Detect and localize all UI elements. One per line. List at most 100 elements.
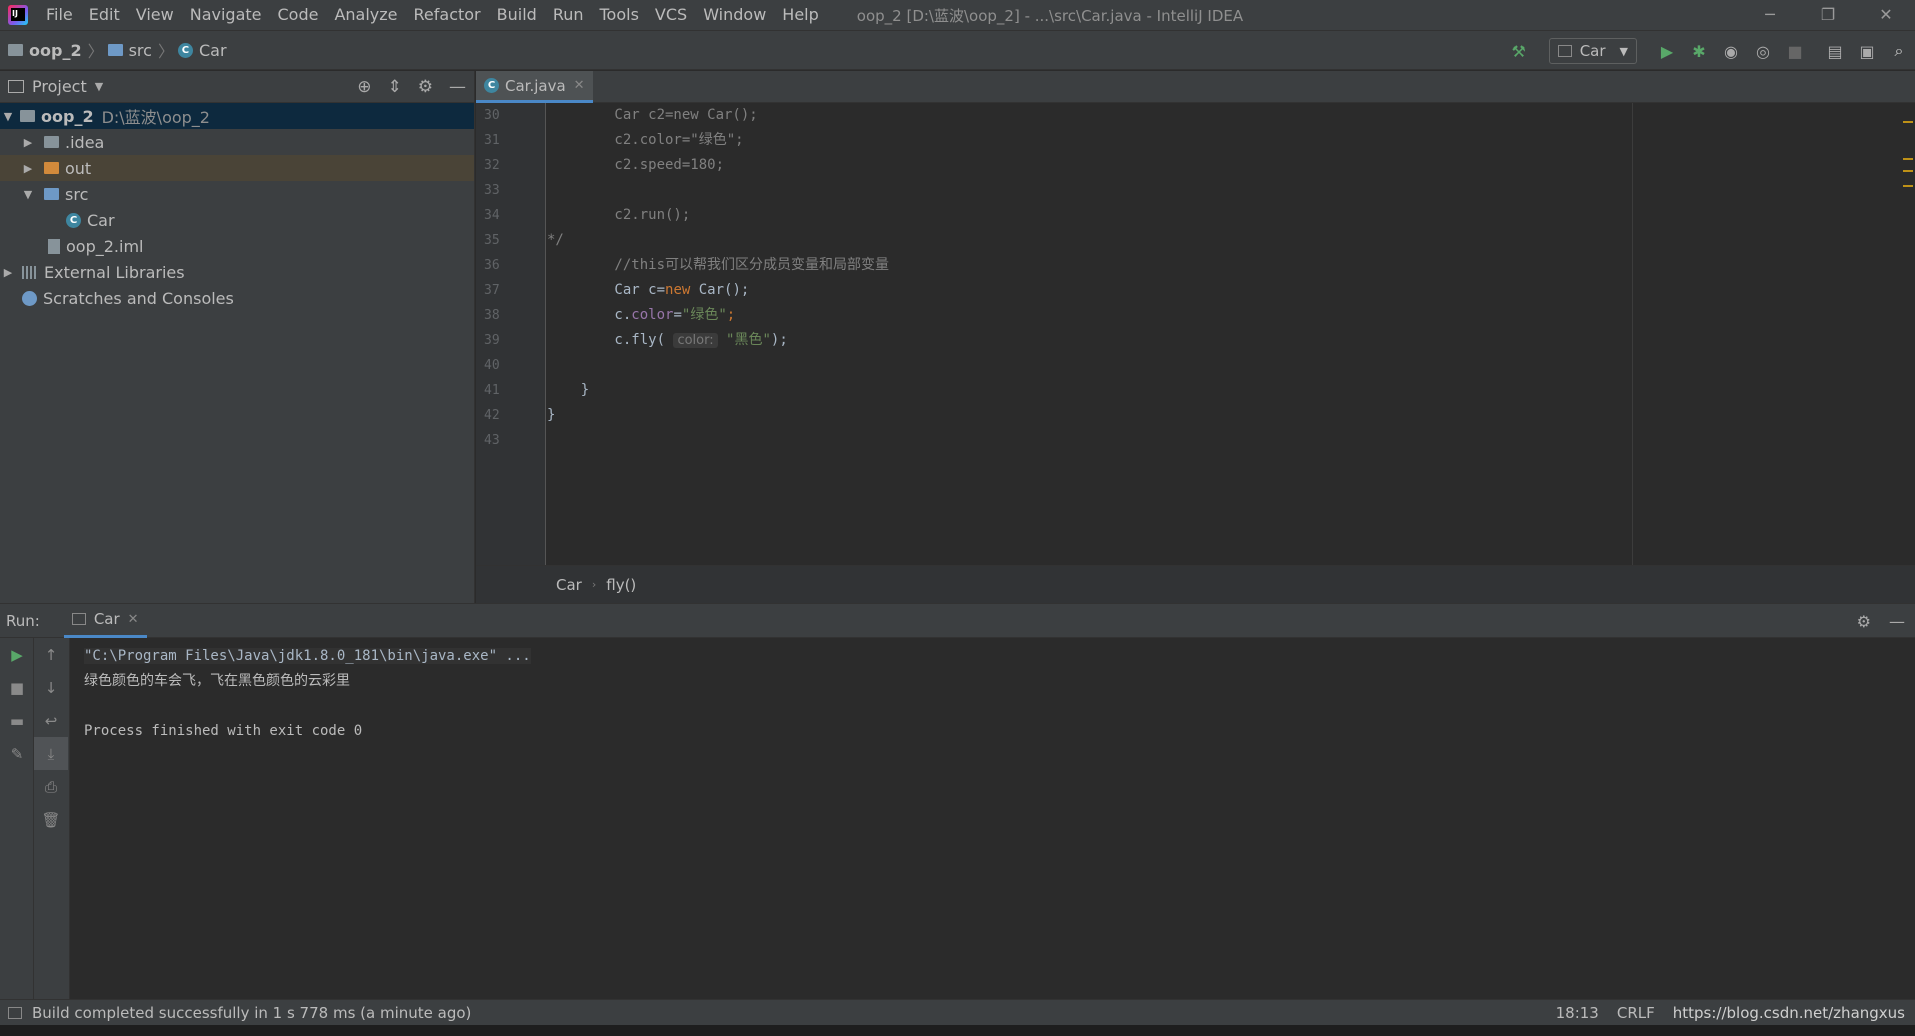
code-text: );: [770, 332, 788, 348]
run-configuration-select[interactable]: Car ▼: [1548, 38, 1637, 64]
chevron-down-icon[interactable]: ▼: [95, 80, 103, 93]
soft-wrap-icon[interactable]: ↩: [34, 704, 68, 737]
chevron-right-icon: ›: [591, 578, 597, 591]
project-panel-title[interactable]: Project: [32, 77, 87, 96]
code-text: ;: [726, 307, 736, 323]
warning-marker[interactable]: [1903, 170, 1913, 172]
window-title: oop_2 [D:\蓝波\oop_2] - ...\src\Car.java -…: [856, 6, 1244, 25]
title-bar: File Edit View Navigate Code Analyze Ref…: [0, 0, 1915, 30]
code-area[interactable]: Car c2=new Car(); c2.color="绿色"; c2.spee…: [547, 103, 1707, 565]
close-window-button[interactable]: ✕: [1857, 0, 1915, 30]
expand-arrow-icon[interactable]: ▼: [0, 110, 16, 123]
restore-layout-icon[interactable]: ▬: [0, 704, 34, 737]
menu-tools[interactable]: Tools: [592, 0, 647, 30]
stop-icon[interactable]: ■: [1779, 35, 1811, 67]
run-panel-tools: ⚙ —: [1857, 604, 1905, 638]
tree-item-external-libraries[interactable]: ▶ External Libraries: [0, 259, 474, 285]
console-output[interactable]: "C:\Program Files\Java\jdk1.8.0_181\bin\…: [84, 638, 1904, 1000]
stop-icon[interactable]: ■: [0, 671, 34, 704]
menu-code[interactable]: Code: [270, 0, 327, 30]
breadcrumb-method[interactable]: fly(): [606, 576, 636, 594]
tree-item-label: src: [65, 184, 89, 204]
layout-icon[interactable]: ▣: [1851, 35, 1883, 67]
console-command[interactable]: "C:\Program Files\Java\jdk1.8.0_181\bin\…: [84, 648, 531, 664]
project-panel-header: Project ▼ ⊕ ⇕ ⚙ —: [0, 71, 474, 103]
arrow-up-icon[interactable]: ↑: [34, 638, 68, 671]
tree-item-oop-2-iml[interactable]: oop_2.iml: [0, 233, 474, 259]
collapsed-arrow-icon[interactable]: ▶: [20, 136, 36, 149]
close-icon[interactable]: ✕: [574, 78, 585, 93]
menu-edit[interactable]: Edit: [81, 0, 128, 30]
caret-position[interactable]: 18:13: [1556, 1004, 1599, 1022]
gear-icon[interactable]: ⚙: [418, 77, 433, 97]
code-text: Car c=: [547, 282, 666, 298]
tree-item-idea[interactable]: ▶ .idea: [0, 129, 474, 155]
code-editor: C Car.java ✕ 30 31 32 33 34 35 36 37 38 …: [476, 71, 1915, 603]
code-text: c.: [547, 307, 632, 323]
minimize-button[interactable]: ─: [1741, 0, 1799, 30]
collapse-all-icon[interactable]: ⇕: [388, 77, 402, 97]
menu-run[interactable]: Run: [545, 0, 592, 30]
run-icon[interactable]: ▶: [1651, 35, 1683, 67]
code-line: c2.run();: [547, 203, 1707, 228]
search-icon[interactable]: ⌕: [1883, 35, 1915, 67]
tree-item-src[interactable]: ▼ src: [0, 181, 474, 207]
tree-item-out[interactable]: ▶ out: [0, 155, 474, 181]
collapsed-arrow-icon[interactable]: ▶: [20, 162, 36, 175]
tool-windows-icon[interactable]: [8, 1006, 22, 1019]
collapsed-arrow-icon[interactable]: ▶: [0, 266, 16, 279]
project-structure-icon[interactable]: ▤: [1819, 35, 1851, 67]
run-tab-label: Car: [93, 610, 120, 628]
class-icon: C: [484, 78, 499, 93]
breadcrumb-class[interactable]: Car: [556, 576, 582, 594]
gear-icon[interactable]: ⚙: [1857, 612, 1871, 631]
console-line: 绿色颜色的车会飞，飞在黑色颜色的云彩里: [84, 673, 350, 689]
warning-marker[interactable]: [1903, 121, 1913, 123]
menu-help[interactable]: Help: [774, 0, 826, 30]
menu-file[interactable]: File: [38, 0, 81, 30]
menu-build[interactable]: Build: [489, 0, 545, 30]
warning-marker[interactable]: [1903, 158, 1913, 160]
debug-bug-icon[interactable]: ✱: [1683, 35, 1715, 67]
expand-arrow-icon[interactable]: ▼: [20, 188, 36, 201]
tab-car-java[interactable]: C Car.java ✕: [476, 71, 593, 103]
status-message[interactable]: Build completed successfully in 1 s 778 …: [32, 1004, 471, 1022]
run-tab-car[interactable]: Car ✕: [63, 604, 147, 638]
code-text: c2.run();: [547, 207, 691, 223]
warning-marker[interactable]: [1903, 185, 1913, 187]
arrow-down-icon[interactable]: ↓: [34, 671, 68, 704]
coverage-icon[interactable]: ◉: [1715, 35, 1747, 67]
tree-item-scratches[interactable]: ▶ Scratches and Consoles: [0, 285, 474, 311]
rerun-icon[interactable]: ▶: [0, 638, 34, 671]
build-hammer-icon[interactable]: ⚒: [1503, 35, 1535, 67]
scroll-to-end-icon[interactable]: ⤓: [34, 737, 68, 770]
run-panel: Run: Car ✕ ⚙ — ▶ ■ ▬ ✎ ↑ ↓ ↩ ⤓ ⎙ 🗑 "C:\P…: [0, 603, 1915, 1000]
breadcrumb-car[interactable]: C Car: [177, 41, 227, 60]
menu-navigate[interactable]: Navigate: [182, 0, 270, 30]
hide-panel-icon[interactable]: —: [1889, 612, 1905, 631]
trash-icon[interactable]: 🗑: [34, 803, 68, 836]
breadcrumb-project[interactable]: oop_2 〉: [8, 38, 108, 62]
close-icon[interactable]: ✕: [128, 612, 139, 627]
pin-icon[interactable]: ✎: [0, 737, 34, 770]
editor-scrollbar[interactable]: [1901, 103, 1915, 565]
code-text: c2.color="绿色";: [547, 132, 744, 148]
tree-item-car[interactable]: C Car: [0, 207, 474, 233]
line-separator[interactable]: CRLF: [1617, 1004, 1655, 1022]
profile-icon[interactable]: ◎: [1747, 35, 1779, 67]
status-right: 18:13 CRLF https://blog.csdn.net/zhangxu…: [1556, 1000, 1905, 1026]
tree-item-oop-2[interactable]: ▼ oop_2 D:\蓝波\oop_2: [0, 103, 474, 129]
print-icon[interactable]: ⎙: [34, 770, 68, 803]
restore-button[interactable]: ❐: [1799, 0, 1857, 30]
menu-view[interactable]: View: [128, 0, 182, 30]
tree-item-label: oop_2: [41, 106, 94, 126]
menu-vcs[interactable]: VCS: [647, 0, 695, 30]
breadcrumb-src[interactable]: src 〉: [107, 38, 178, 62]
hide-panel-icon[interactable]: —: [449, 77, 466, 97]
code-field: color: [631, 307, 674, 323]
menu-analyze[interactable]: Analyze: [326, 0, 405, 30]
menu-window[interactable]: Window: [695, 0, 774, 30]
locate-target-icon[interactable]: ⊕: [357, 77, 371, 97]
menu-refactor[interactable]: Refactor: [406, 0, 489, 30]
